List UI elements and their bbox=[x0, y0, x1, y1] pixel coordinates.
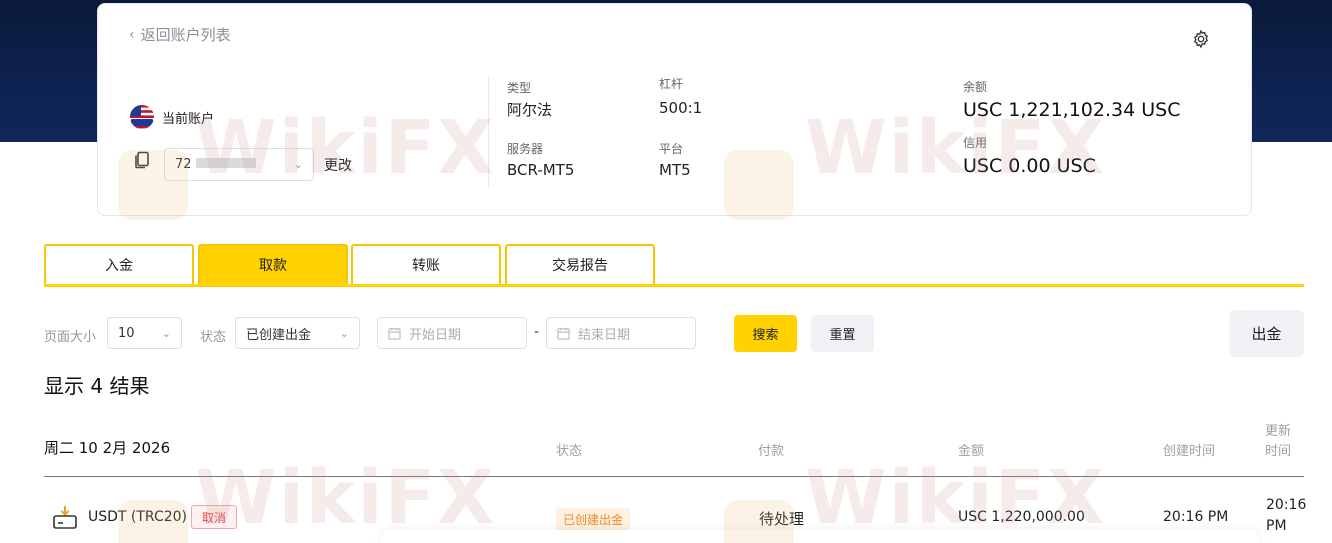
leverage-value: 500:1 bbox=[659, 99, 703, 117]
status-select-value: 已创建出金 bbox=[246, 327, 312, 343]
status-filter-label: 状态 bbox=[200, 330, 227, 345]
column-header-created: 创建时间 bbox=[1163, 444, 1216, 459]
type-value: 阿尔法 bbox=[507, 101, 553, 119]
start-date-placeholder: 开始日期 bbox=[409, 327, 462, 343]
payment-method: USDT (TRC20) bbox=[88, 509, 188, 525]
calendar-icon bbox=[388, 327, 401, 340]
watermark: WikiFX bbox=[195, 455, 497, 541]
tab-deposit[interactable]: 入金 bbox=[44, 244, 194, 284]
back-to-accounts-link[interactable]: ‹ 返回账户列表 bbox=[129, 24, 231, 45]
change-account-button[interactable]: 更改 bbox=[324, 155, 352, 175]
column-header-updated-line1: 更新 bbox=[1265, 424, 1292, 439]
chevron-down-icon: ⌄ bbox=[161, 326, 171, 340]
gear-icon[interactable] bbox=[1191, 29, 1211, 49]
copy-icon[interactable] bbox=[133, 151, 151, 169]
reset-button[interactable]: 重置 bbox=[811, 315, 874, 352]
tab-trade-report[interactable]: 交易报告 bbox=[505, 244, 655, 284]
end-date-input[interactable]: 结束日期 bbox=[546, 317, 696, 349]
credit-value: USC 0.00 USC bbox=[963, 155, 1096, 177]
column-header-updated-line2: 时间 bbox=[1265, 444, 1292, 459]
status-badge: 已创建出金 bbox=[556, 508, 631, 530]
platform-value: MT5 bbox=[659, 161, 691, 179]
tab-transfer[interactable]: 转账 bbox=[351, 244, 501, 284]
amount-value: USC 1,220,000.00 bbox=[958, 509, 1085, 525]
us-flag-icon bbox=[130, 105, 154, 129]
status-select[interactable]: 已创建出金 ⌄ bbox=[235, 317, 360, 349]
payment-status: 待处理 bbox=[759, 510, 805, 528]
watermark: WikiFX bbox=[805, 455, 1107, 541]
chevron-down-icon: ⌄ bbox=[339, 326, 349, 340]
withdraw-tray-icon bbox=[53, 506, 77, 529]
page-size-select[interactable]: 10 ⌄ bbox=[107, 317, 182, 349]
balance-value: USC 1,221,102.34 USC bbox=[963, 99, 1181, 121]
server-value: BCR-MT5 bbox=[507, 161, 575, 179]
divider bbox=[488, 76, 489, 188]
chevron-down-icon: ⌄ bbox=[293, 158, 303, 171]
type-label: 类型 bbox=[507, 81, 532, 95]
balance-label: 余额 bbox=[963, 80, 988, 94]
table-divider bbox=[44, 476, 1304, 477]
cancel-tag[interactable]: 取消 bbox=[191, 505, 238, 529]
page-size-value: 10 bbox=[118, 325, 135, 341]
tab-underline bbox=[44, 284, 1304, 287]
current-account-label: 当前账户 bbox=[162, 112, 215, 127]
column-header-amount: 金额 bbox=[958, 444, 985, 459]
column-header-status: 状态 bbox=[556, 444, 583, 459]
leverage-label: 杠杆 bbox=[659, 77, 684, 91]
page-size-label: 页面大小 bbox=[44, 330, 97, 345]
date-range-separator: - bbox=[534, 324, 540, 340]
updated-time-line2: PM bbox=[1266, 518, 1287, 534]
platform-label: 平台 bbox=[659, 142, 684, 156]
end-date-placeholder: 结束日期 bbox=[578, 327, 631, 343]
account-number: 72 bbox=[175, 157, 256, 172]
chevron-left-icon: ‹ bbox=[129, 26, 135, 43]
account-select[interactable]: 72 ⌄ bbox=[164, 148, 314, 181]
tab-withdrawal[interactable]: 取款 bbox=[198, 244, 348, 284]
bottom-panel-edge bbox=[380, 530, 1260, 543]
credit-label: 信用 bbox=[963, 136, 988, 150]
account-card: ‹ 返回账户列表 当前账户 72 ⌄ 更改 类型 阿尔法 杠杆 500:1 服务… bbox=[97, 3, 1252, 216]
start-date-input[interactable]: 开始日期 bbox=[377, 317, 527, 349]
results-count: 显示 4 结果 bbox=[44, 374, 150, 398]
created-time: 20:16 PM bbox=[1163, 509, 1229, 525]
withdraw-button[interactable]: 出金 bbox=[1229, 310, 1304, 357]
date-group-heading: 周二 10 2月 2026 bbox=[44, 439, 171, 457]
back-link-label: 返回账户列表 bbox=[140, 26, 231, 44]
calendar-icon bbox=[557, 327, 570, 340]
search-button[interactable]: 搜索 bbox=[734, 315, 797, 352]
column-header-payment: 付款 bbox=[758, 444, 785, 459]
server-label: 服务器 bbox=[507, 142, 544, 156]
updated-time-line1: 20:16 bbox=[1266, 497, 1307, 513]
